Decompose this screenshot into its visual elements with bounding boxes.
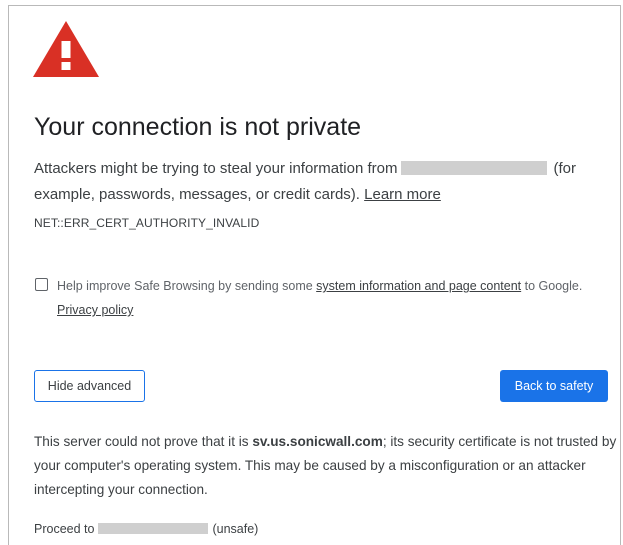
intro-text-before: Attackers might be trying to steal your … (34, 160, 398, 177)
page-title: Your connection is not private (34, 113, 362, 141)
privacy-policy-link[interactable]: Privacy policy (57, 303, 133, 317)
redacted-proceed-hostname (98, 523, 209, 534)
learn-more-link[interactable]: Learn more (364, 186, 441, 203)
safe-browsing-checkbox[interactable] (35, 278, 48, 291)
safe-browsing-text-after: to Google. (524, 279, 583, 293)
interstitial-page: Your connection is not private Attackers… (8, 5, 621, 545)
error-code: NET::ERR_CERT_AUTHORITY_INVALID (34, 216, 260, 230)
advanced-details: This server could not prove that it is s… (34, 430, 619, 502)
proceed-text-after: (unsafe) (212, 522, 259, 536)
proceed-text-before: Proceed to (34, 522, 95, 536)
hide-advanced-button[interactable]: Hide advanced (34, 370, 145, 402)
safe-browsing-label: Help improve Safe Browsing by sending so… (57, 274, 602, 322)
warning-triangle-icon (33, 21, 99, 77)
server-domain: sv.us.sonicwall.com (252, 434, 383, 449)
advanced-text-before: This server could not prove that it is (34, 434, 249, 449)
intro-paragraph: Attackers might be trying to steal your … (34, 156, 594, 208)
system-information-link[interactable]: system information and page content (316, 279, 521, 293)
safe-browsing-text-before: Help improve Safe Browsing by sending so… (57, 279, 313, 293)
back-to-safety-button[interactable]: Back to safety (500, 370, 608, 402)
proceed-link[interactable]: Proceed to (unsafe) (34, 522, 258, 536)
redacted-hostname (401, 161, 548, 175)
